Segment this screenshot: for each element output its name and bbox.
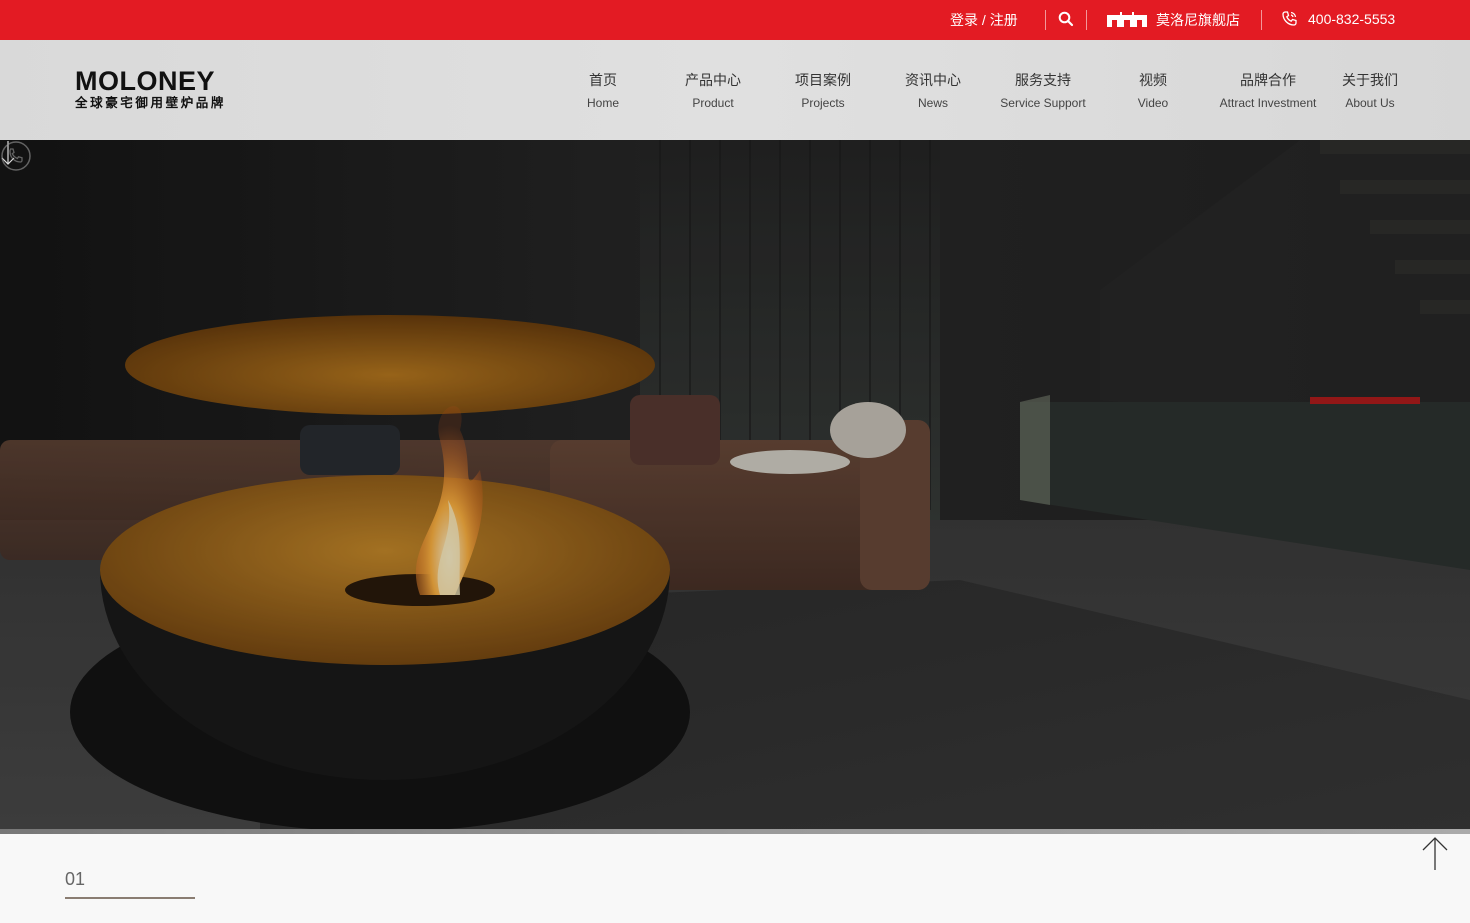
- register-link[interactable]: 注册: [990, 12, 1018, 28]
- nav-label-zh: 产品中心: [685, 72, 741, 88]
- nav-label-zh: 首页: [588, 72, 617, 88]
- divider: [1045, 10, 1046, 30]
- nav-item-projects[interactable]: 项目案例 Projects: [795, 70, 851, 111]
- nav-item-product[interactable]: 产品中心 Product: [685, 70, 741, 111]
- nav-label-zh: 视频: [1138, 72, 1167, 88]
- store-link[interactable]: 莫洛尼旗舰店: [1106, 10, 1240, 30]
- divider: [1261, 10, 1262, 30]
- nav-item-home[interactable]: 首页 Home: [587, 70, 619, 111]
- nav-label-en: News: [917, 96, 948, 110]
- phone-icon: [1282, 10, 1297, 26]
- top-bar: 登录 / 注册 莫洛尼旗舰店 400-832-5553: [0, 0, 1470, 40]
- nav-label-zh: 服务支持: [1014, 72, 1071, 88]
- tmall-icon: [1107, 12, 1147, 27]
- section-number: 01: [65, 869, 86, 889]
- hero-banner: [0, 140, 1470, 829]
- nav-label-en: Attract Investment: [1219, 96, 1317, 110]
- nav-label-zh: 品牌合作: [1239, 72, 1296, 88]
- nav-label-zh: 项目案例: [795, 72, 851, 88]
- main-nav: 首页 Home 产品中心 Product 项目案例 Projects 资讯中心 …: [0, 70, 1470, 120]
- nav-label-en: Service Support: [1000, 96, 1086, 110]
- header: MOLONEY 全球豪宅御用壁炉品牌 首页 Home 产品中心 Product …: [0, 40, 1470, 140]
- search-icon[interactable]: [1058, 11, 1074, 27]
- nav-item-attract-investment[interactable]: 品牌合作 Attract Investment: [1220, 70, 1317, 111]
- phone-icon[interactable]: [0, 140, 32, 172]
- nav-label-en: Video: [1137, 96, 1169, 110]
- store-label: 莫洛尼旗舰店: [1156, 12, 1240, 28]
- nav-label-en: Projects: [801, 96, 845, 110]
- nav-label-zh: 资讯中心: [905, 72, 961, 88]
- nav-label-zh: 关于我们: [1342, 72, 1398, 88]
- nav-item-video[interactable]: 视频 Video: [1138, 70, 1168, 111]
- hero-scene-image: [0, 140, 1470, 829]
- nav-item-about-us[interactable]: 关于我们 About Us: [1342, 70, 1398, 111]
- nav-label-en: Home: [586, 96, 620, 110]
- nav-label-en: Product: [692, 96, 734, 110]
- nav-label-en: About Us: [1345, 96, 1395, 110]
- phone-number[interactable]: 400-832-5553: [1308, 11, 1395, 27]
- section-underline: [65, 897, 195, 899]
- nav-item-service-support[interactable]: 服务支持 Service Support: [1000, 70, 1085, 111]
- content-section: 01: [0, 834, 1470, 923]
- arrow-up-icon[interactable]: [1420, 836, 1450, 872]
- auth-links: 登录 / 注册: [950, 12, 1018, 28]
- hotline: 400-832-5553: [1281, 9, 1395, 27]
- divider: [1086, 10, 1087, 30]
- nav-item-news[interactable]: 资讯中心 News: [905, 70, 961, 111]
- login-link[interactable]: 登录 /: [950, 12, 986, 28]
